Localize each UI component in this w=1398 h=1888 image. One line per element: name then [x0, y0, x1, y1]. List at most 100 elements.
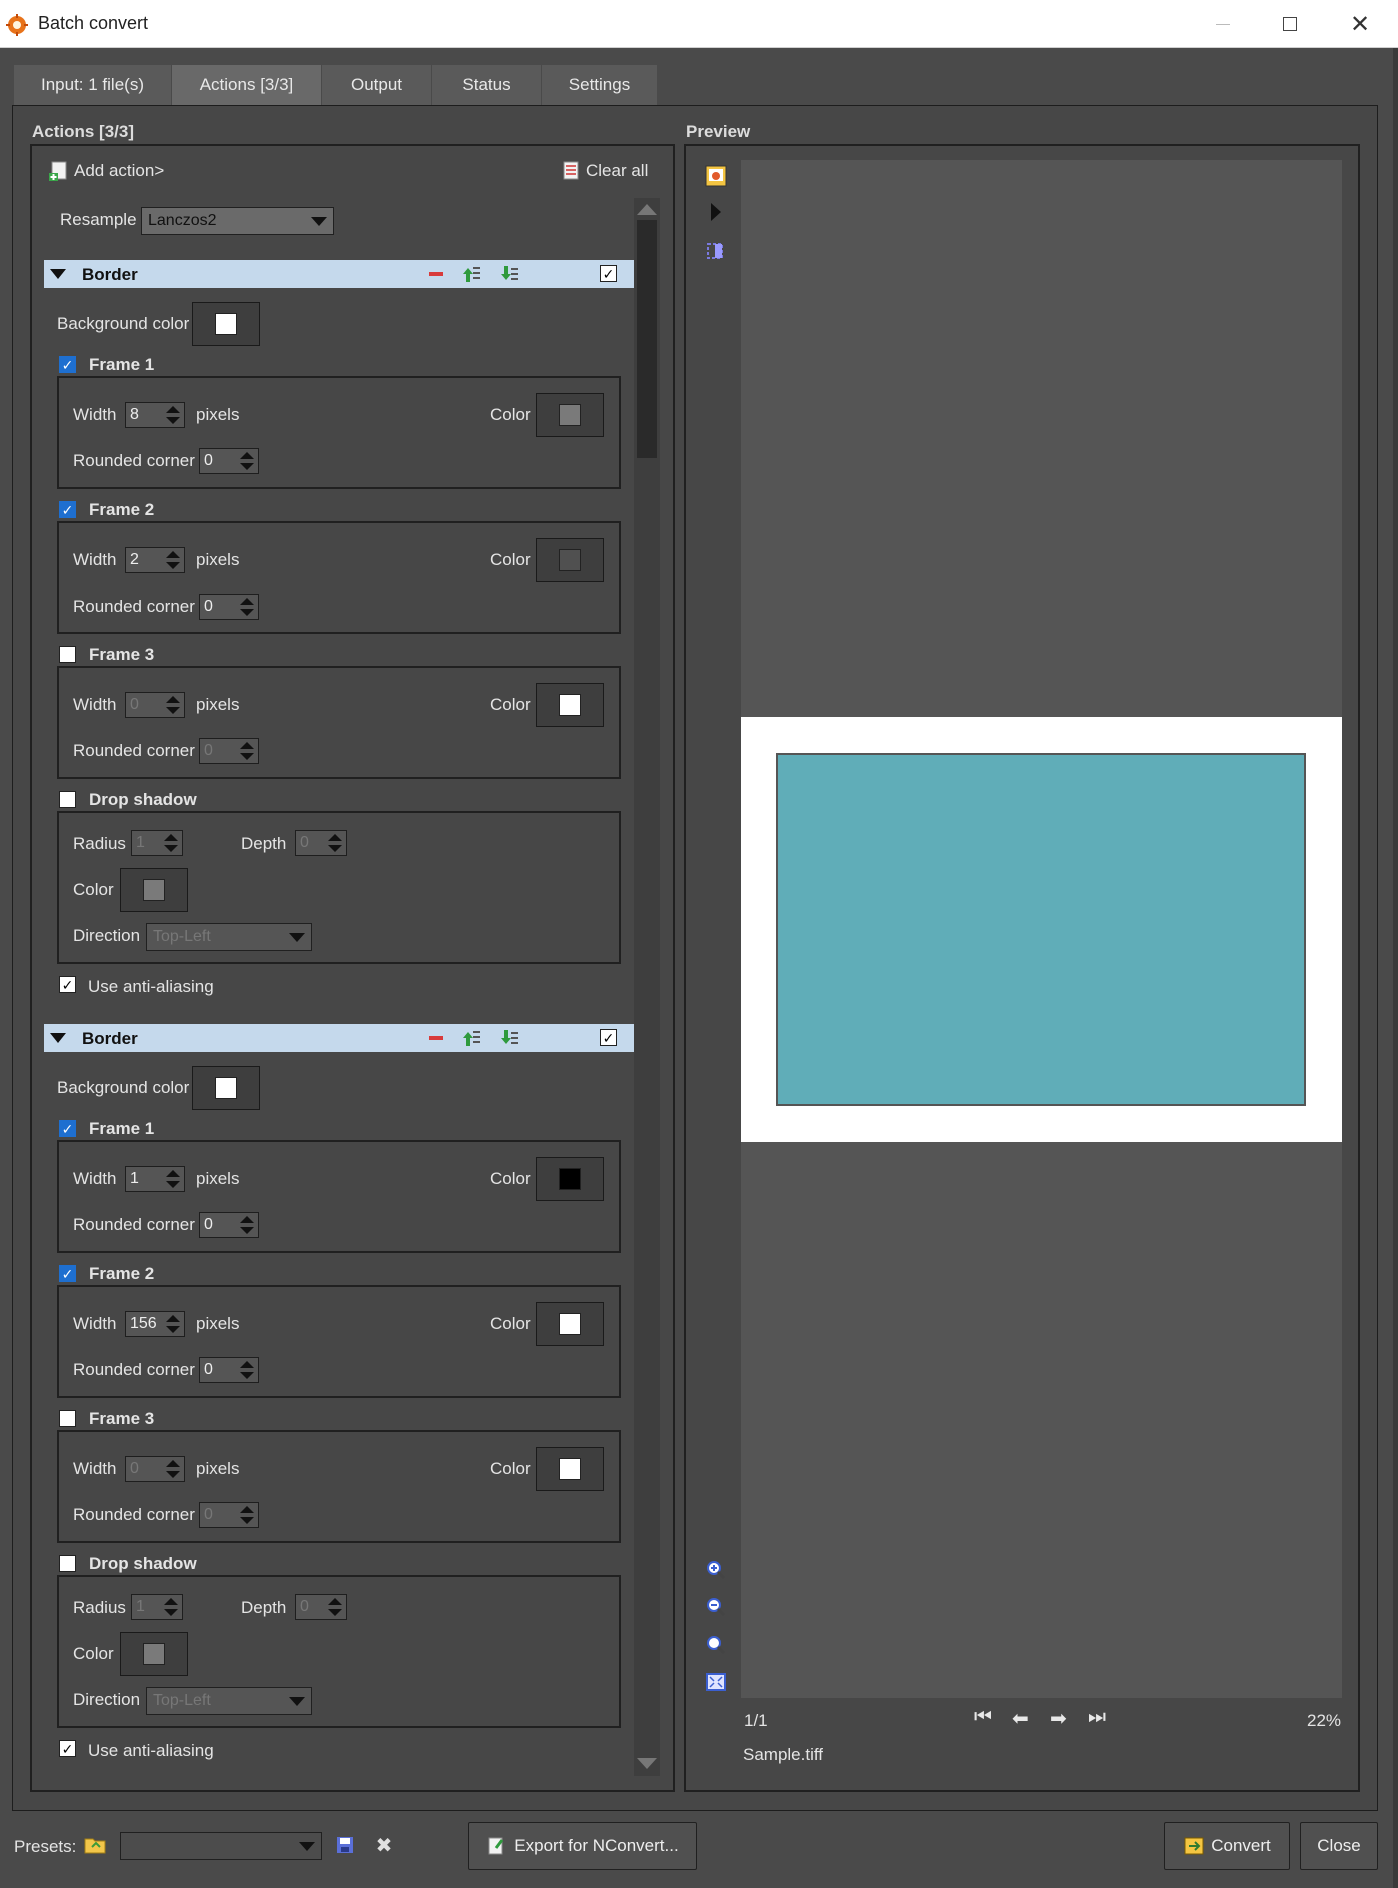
preview-filename: Sample.tiff — [743, 1745, 824, 1764]
width-label: Width — [73, 1459, 117, 1478]
frame1-width-spin[interactable]: 8 — [125, 402, 185, 428]
frame3-color-button[interactable] — [536, 1447, 604, 1491]
clear-all-label: Clear all — [586, 161, 649, 180]
frame1-color-button[interactable] — [536, 1157, 604, 1201]
drop-shadow-checkbox[interactable] — [59, 1555, 76, 1572]
pixels-label: pixels — [196, 1459, 240, 1478]
frame2-color-button[interactable] — [536, 1302, 604, 1346]
drop-shadow-checkbox[interactable] — [59, 791, 76, 808]
antialiasing-checkbox[interactable]: ✓ — [59, 1740, 76, 1757]
zoom-out-icon[interactable] — [703, 1594, 729, 1620]
frame3-checkbox[interactable] — [59, 1410, 76, 1427]
border-action-header[interactable]: Border ✓ — [44, 260, 634, 288]
frame2-width-spin[interactable]: 156 — [125, 1311, 185, 1337]
zoom-in-icon[interactable] — [703, 1557, 729, 1583]
crop-compare-icon[interactable] — [703, 238, 729, 264]
remove-action-icon[interactable] — [425, 1027, 447, 1049]
preview-canvas[interactable] — [741, 160, 1342, 1698]
move-down-icon[interactable] — [498, 1027, 520, 1049]
shadow-radius-spin[interactable]: 1 — [131, 830, 183, 856]
color-label: Color — [490, 695, 531, 714]
move-up-icon[interactable] — [460, 1027, 482, 1049]
scroll-up-icon[interactable] — [637, 204, 657, 215]
color-label: Color — [490, 405, 531, 424]
maximize-button[interactable] — [1255, 0, 1325, 48]
enable-action-checkbox[interactable]: ✓ — [600, 1029, 617, 1046]
add-action-label: Add action> — [74, 161, 165, 180]
tab-output[interactable]: Output — [322, 65, 432, 105]
next-page-icon[interactable]: ➡ — [1050, 1706, 1067, 1731]
antialiasing-checkbox[interactable]: ✓ — [59, 976, 76, 993]
frame3-color-button[interactable] — [536, 683, 604, 727]
zoom-level: 22% — [1307, 1711, 1342, 1730]
rounded-corner-label: Rounded corner — [73, 597, 195, 616]
width-label: Width — [73, 550, 117, 569]
presets-select[interactable] — [120, 1832, 322, 1860]
frame2-checkbox[interactable]: ✓ — [59, 501, 76, 518]
frame2-width-spin[interactable]: 2 — [125, 547, 185, 573]
preview-image-icon[interactable] — [703, 163, 729, 189]
shadow-color-button[interactable] — [120, 868, 188, 912]
border-title: Border — [82, 1029, 138, 1048]
resample-select[interactable]: Lanczos2 — [141, 207, 334, 235]
tab-input[interactable]: Input: 1 file(s) — [14, 65, 172, 105]
previous-page-icon[interactable]: ⬅ — [1012, 1706, 1029, 1731]
export-nconvert-button[interactable]: Export for NConvert... — [468, 1822, 697, 1870]
frame1-color-button[interactable] — [536, 393, 604, 437]
convert-button[interactable]: Convert — [1164, 1822, 1290, 1870]
frame1-width-spin[interactable]: 1 — [125, 1166, 185, 1192]
close-button[interactable]: Close — [1300, 1822, 1378, 1870]
rounded-corner-label: Rounded corner — [73, 1505, 195, 1524]
frame2-checkbox[interactable]: ✓ — [59, 1265, 76, 1282]
zoom-actual-icon[interactable] — [703, 1632, 729, 1658]
move-up-icon[interactable] — [460, 263, 482, 285]
background-color-button[interactable] — [192, 1066, 260, 1110]
border-action-header[interactable]: Border ✓ — [44, 1024, 634, 1052]
tab-status[interactable]: Status — [432, 65, 542, 105]
save-preset-icon[interactable] — [334, 1834, 356, 1856]
frame1-checkbox[interactable]: ✓ — [59, 356, 76, 373]
actions-scrollbar[interactable] — [634, 198, 660, 1776]
frame2-rounded-spin[interactable]: 0 — [199, 594, 259, 620]
fit-window-icon[interactable] — [703, 1669, 729, 1695]
shadow-direction-select[interactable]: Top-Left — [146, 923, 312, 951]
frame1-checkbox[interactable]: ✓ — [59, 1120, 76, 1137]
scroll-down-icon[interactable] — [637, 1758, 657, 1769]
clear-all-button[interactable]: Clear all — [560, 160, 648, 182]
frame3-rounded-spin[interactable]: 0 — [199, 738, 259, 764]
frame3-width-spin[interactable]: 0 — [125, 692, 185, 718]
background-color-button[interactable] — [192, 302, 260, 346]
frame3-checkbox[interactable] — [59, 646, 76, 663]
close-icon: ✕ — [1349, 10, 1371, 38]
frame2-color-button[interactable] — [536, 538, 604, 582]
first-page-icon[interactable]: ⏮ — [974, 1706, 992, 1729]
frame1-color-swatch — [559, 1168, 581, 1190]
delete-preset-icon[interactable]: ✖ — [373, 1834, 395, 1857]
last-page-icon[interactable]: ⏭ — [1088, 1706, 1106, 1729]
play-icon[interactable] — [711, 203, 721, 221]
move-down-icon[interactable] — [498, 263, 520, 285]
shadow-depth-spin[interactable]: 0 — [295, 1594, 347, 1620]
minimize-button[interactable] — [1188, 0, 1258, 48]
tab-settings[interactable]: Settings — [542, 65, 658, 105]
remove-action-icon[interactable] — [425, 263, 447, 285]
shadow-radius-spin[interactable]: 1 — [131, 1594, 183, 1620]
preview-image — [776, 753, 1306, 1106]
enable-action-checkbox[interactable]: ✓ — [600, 265, 617, 282]
shadow-color-swatch — [143, 879, 165, 901]
shadow-color-button[interactable] — [120, 1632, 188, 1676]
frame3-rounded-spin[interactable]: 0 — [199, 1502, 259, 1528]
frame1-rounded-spin[interactable]: 0 — [199, 1212, 259, 1238]
scrollbar-thumb[interactable] — [637, 220, 657, 458]
shadow-depth-spin[interactable]: 0 — [295, 830, 347, 856]
add-action-button[interactable]: Add action> — [48, 160, 164, 182]
open-folder-icon[interactable] — [84, 1834, 106, 1856]
tab-actions[interactable]: Actions [3/3] — [172, 65, 322, 105]
shadow-direction-select[interactable]: Top-Left — [146, 1687, 312, 1715]
close-window-button[interactable]: ✕ — [1325, 0, 1395, 48]
frame2-rounded-spin[interactable]: 0 — [199, 1357, 259, 1383]
frame3-width-spin[interactable]: 0 — [125, 1456, 185, 1482]
frame1-rounded-spin[interactable]: 0 — [199, 448, 259, 474]
spin-arrows-icon — [240, 1361, 254, 1379]
shadow-radius-value: 1 — [136, 1598, 145, 1615]
